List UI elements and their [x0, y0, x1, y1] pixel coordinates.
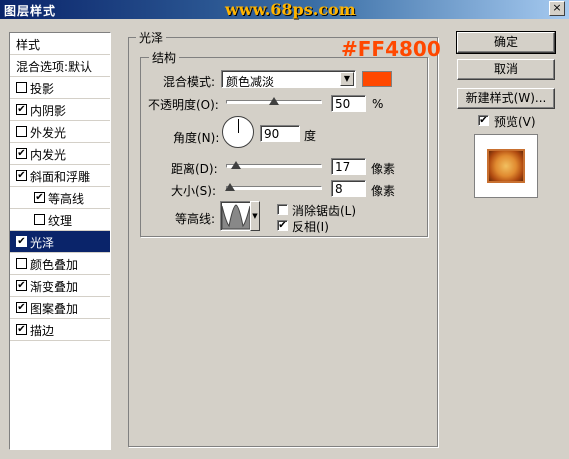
style-item-label: 混合选项:默认 [16, 60, 93, 74]
style-item-checkbox[interactable]: ✔ [16, 236, 27, 247]
invert-label: 反相(I) [292, 220, 329, 234]
new-style-button[interactable]: 新建样式(W)... [457, 88, 555, 109]
structure-group-title: 结构 [149, 49, 180, 66]
size-unit: 像素 [371, 184, 396, 198]
style-item-checkbox[interactable]: ✔ [16, 170, 27, 181]
satin-group-title: 光泽 [136, 29, 167, 46]
style-item[interactable]: 颜色叠加 [10, 253, 110, 275]
style-item[interactable]: 投影 [10, 77, 110, 99]
style-item-label: 内阴影 [30, 104, 67, 118]
preview-label: 预览(V) [494, 115, 536, 129]
satin-color-swatch[interactable] [362, 71, 392, 87]
opacity-unit: % [372, 97, 384, 111]
size-input[interactable]: 8 [331, 180, 366, 197]
style-item[interactable]: ✔ 光泽 [10, 231, 110, 253]
style-item-label: 颜色叠加 [30, 258, 79, 272]
window-title: 图层样式 [4, 4, 57, 18]
ok-button[interactable]: 确定 [456, 31, 556, 54]
angle-unit: 度 [304, 129, 317, 143]
style-item-checkbox[interactable] [16, 258, 27, 269]
distance-label: 距离(D): [171, 162, 218, 176]
style-item[interactable]: 混合选项:默认 [10, 55, 110, 77]
style-item-label: 内发光 [30, 148, 67, 162]
style-item[interactable]: ✔ 等高线 [10, 187, 110, 209]
style-item[interactable]: ✔ 图案叠加 [10, 297, 110, 319]
chevron-down-icon: ▼ [340, 72, 354, 86]
opacity-label: 不透明度(O): [148, 98, 219, 112]
style-item-label: 投影 [30, 82, 55, 96]
style-item[interactable]: ✔ 描边 [10, 319, 110, 341]
style-item[interactable]: ✔ 内发光 [10, 143, 110, 165]
styles-list: 样式 混合选项:默认 投影 ✔ 内阴影 外发光 ✔ 内发光 ✔ 斜面和浮雕 ✔ 等高线 纹理 ✔ 光泽 颜色… [9, 32, 111, 450]
style-item-label: 等高线 [48, 192, 85, 206]
style-item[interactable]: 外发光 [10, 121, 110, 143]
distance-slider-thumb[interactable] [230, 161, 241, 169]
style-item-checkbox[interactable] [16, 82, 27, 93]
style-item-checkbox[interactable]: ✔ [16, 324, 27, 335]
style-item-label: 外发光 [30, 126, 67, 140]
distance-input[interactable]: 17 [331, 158, 366, 175]
contour-label: 等高线: [175, 212, 216, 226]
styles-header-label: 样式 [16, 38, 41, 52]
style-item[interactable]: ✔ 渐变叠加 [10, 275, 110, 297]
opacity-slider-thumb[interactable] [269, 97, 279, 105]
size-slider[interactable] [226, 186, 322, 190]
invert-checkbox[interactable]: ✔ [277, 220, 288, 231]
blend-mode-select[interactable]: 颜色减淡 ▼ [221, 70, 356, 89]
style-item-checkbox[interactable]: ✔ [16, 280, 27, 291]
title-bar: 图层样式 www.68ps.com × [0, 0, 569, 19]
angle-label: 角度(N): [173, 131, 220, 145]
anti-alias-label: 消除锯齿(L) [292, 204, 357, 218]
style-item[interactable]: ✔ 斜面和浮雕 [10, 165, 110, 187]
blend-mode-label: 混合模式: [163, 75, 216, 89]
style-item-checkbox[interactable]: ✔ [34, 192, 45, 203]
size-slider-thumb[interactable] [224, 183, 235, 191]
style-item-label: 图案叠加 [30, 302, 79, 316]
color-annotation: #FF4800 [341, 37, 441, 61]
contour-curve-icon [221, 204, 251, 230]
style-item-checkbox[interactable]: ✔ [16, 302, 27, 313]
style-item-checkbox[interactable]: ✔ [16, 148, 27, 159]
style-item-label: 渐变叠加 [30, 280, 79, 294]
style-item-checkbox[interactable]: ✔ [16, 104, 27, 115]
style-item[interactable]: ✔ 内阴影 [10, 99, 110, 121]
style-item-label: 纹理 [48, 214, 73, 228]
blend-mode-value: 颜色减淡 [226, 75, 275, 89]
style-item[interactable]: 纹理 [10, 209, 110, 231]
opacity-input[interactable]: 50 [331, 95, 366, 112]
size-label: 大小(S): [171, 184, 217, 198]
style-item-label: 描边 [30, 324, 55, 338]
watermark: www.68ps.com [225, 0, 356, 19]
style-item-label: 斜面和浮雕 [30, 170, 91, 184]
close-button[interactable]: × [549, 1, 565, 16]
style-item-checkbox[interactable] [16, 126, 27, 137]
distance-unit: 像素 [371, 162, 396, 176]
angle-dial[interactable] [222, 116, 254, 148]
cancel-button[interactable]: 取消 [457, 59, 555, 80]
preview-checkbox[interactable]: ✔ [478, 115, 489, 126]
angle-input[interactable]: 90 [260, 125, 300, 142]
style-item-checkbox[interactable] [34, 214, 45, 225]
style-preview-sample [487, 149, 525, 183]
anti-alias-checkbox[interactable] [277, 204, 288, 215]
angle-dial-needle [238, 119, 239, 133]
style-item-label: 光泽 [30, 236, 55, 250]
style-preview [474, 134, 538, 198]
styles-header[interactable]: 样式 [10, 33, 110, 55]
contour-chevron-down-icon[interactable]: ▼ [250, 201, 260, 231]
